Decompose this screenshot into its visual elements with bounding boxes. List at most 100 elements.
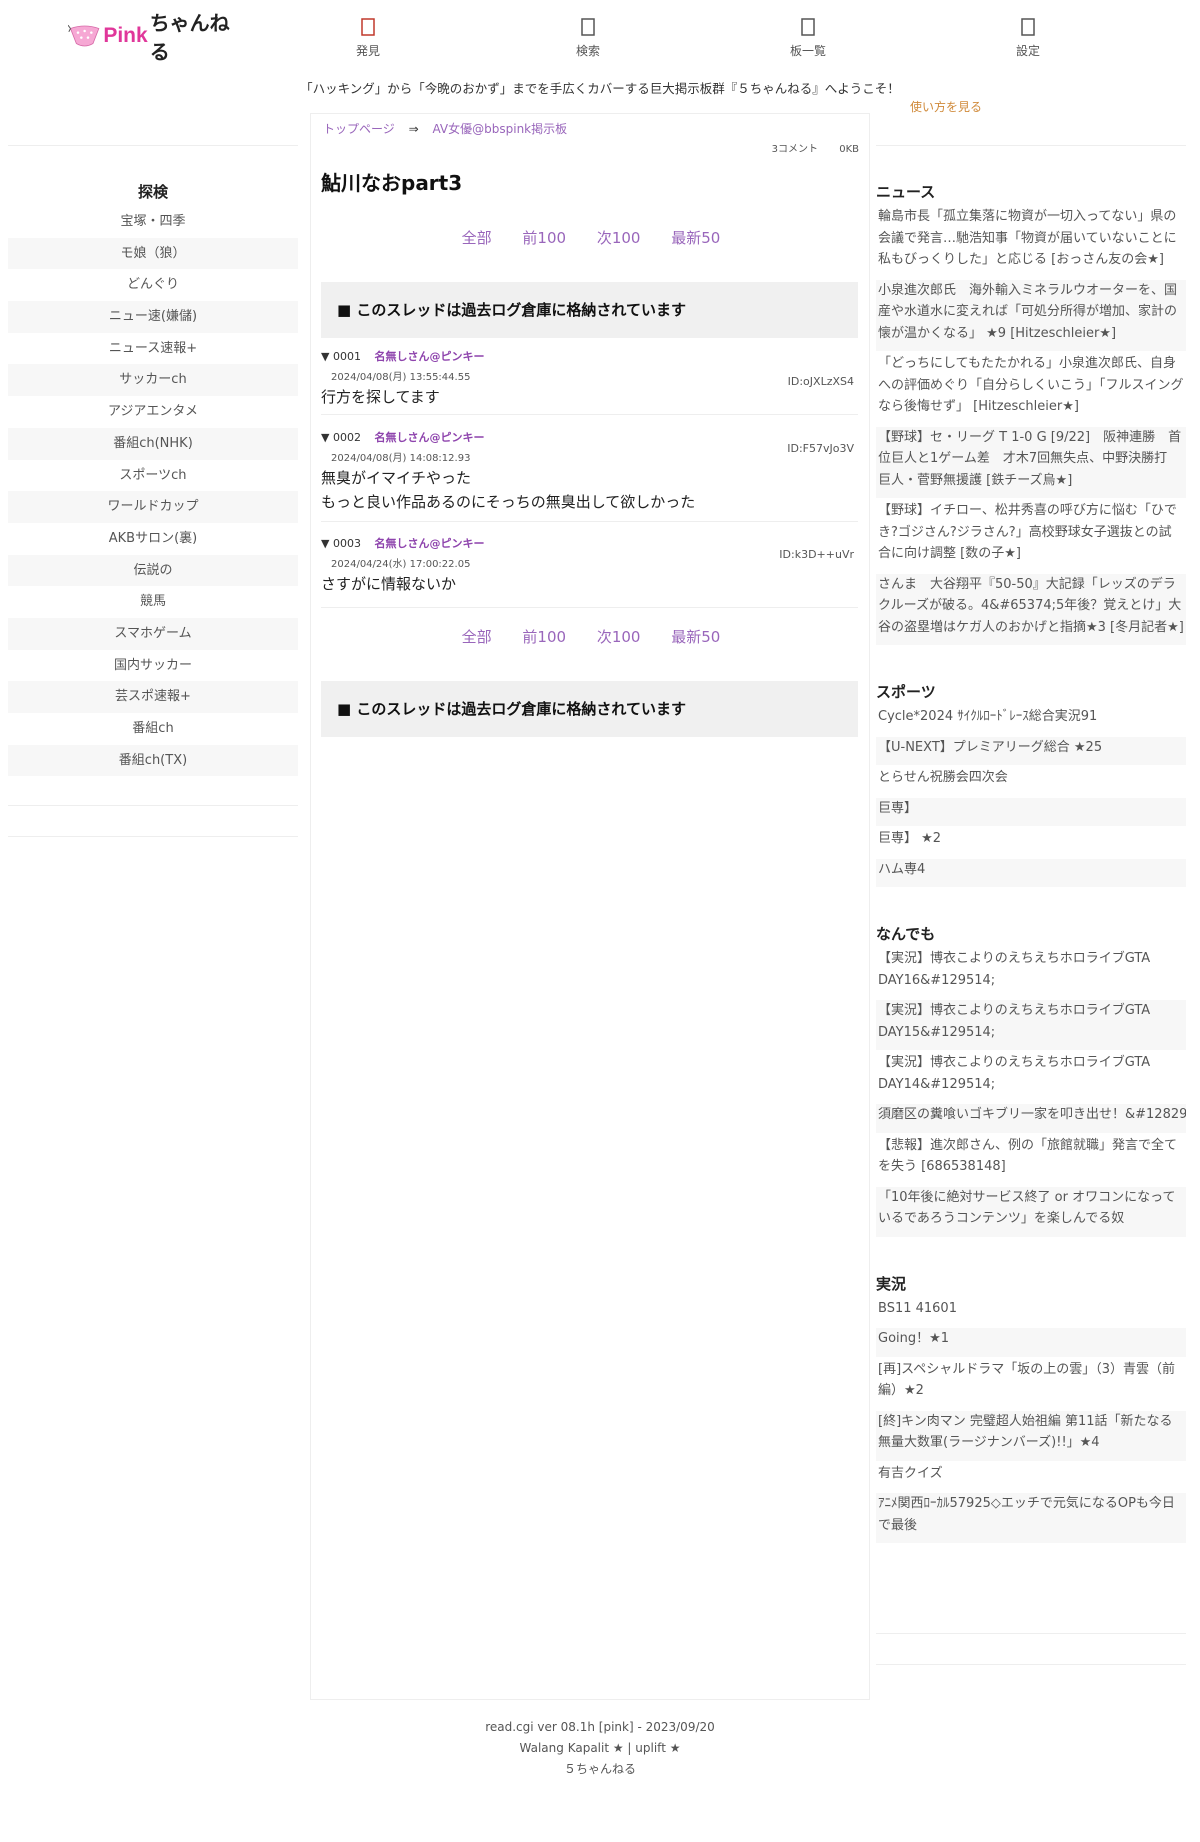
explore-item[interactable]: 伝説の [8,554,298,587]
explore-item[interactable]: スポーツch [8,460,298,492]
explore-item[interactable]: AKBサロン(裏) [8,523,298,555]
explore-item[interactable]: 番組ch(TX) [8,744,298,777]
right-sidebar: ニュース 輪島市長「孤立集落に物資が一切入ってない」県の会議で発言…馳浩知事「物… [876,145,1186,1545]
explore-item[interactable]: 番組ch(NHK) [8,427,298,460]
anything-link[interactable]: 【実況】博衣こよりのえちえちホロライブGTA DAY15&#129514; [876,1000,1186,1050]
breadcrumb-board[interactable]: AV女優@bbspink掲示板 [432,122,567,136]
post-id[interactable]: ID:oJXLzXS4 [788,375,854,388]
live-link[interactable]: ｱﾆﾒ関西ﾛｰｶﾙ57925◇エッチで元気になるOPも今日で最後 [876,1493,1186,1543]
live-link[interactable]: 有吉クイズ [876,1463,1186,1492]
explore-item[interactable]: ニュース速報+ [8,333,298,365]
sports-link[interactable]: とらせん祝勝会四次会 [876,767,1186,796]
thread-title: 鮎川なおpart3 [321,171,463,195]
post-body-line: 無臭がイマイチやった [321,469,472,487]
sports-link[interactable]: 巨専】 ★2 [876,828,1186,857]
nav-settings-label: 設定 [1015,44,1040,58]
explore-item[interactable]: ニュー速(嫌儲) [8,301,298,333]
pager-prev100[interactable]: 前100 [522,229,566,247]
post-body: さすがに情報ないか [321,575,457,593]
nav-discover-label: 発見 [355,44,380,58]
sports-link[interactable]: Cycle*2024 ｻｲｸﾙﾛｰﾄﾞﾚｰｽ総合実況91 [876,706,1186,735]
archived-notice: ■ このスレッドは過去ログ倉庫に格納されています [321,681,858,737]
comment-count: 3コメント [771,144,819,155]
live-link[interactable]: Going！★1 [876,1328,1186,1357]
news-link[interactable]: 輪島市長「孤立集落に物資が一切入ってない」県の会議で発言…馳浩知事「物資が届いて… [876,206,1186,278]
explore-item[interactable]: モ娘（狼） [8,237,298,270]
anything-link[interactable]: 「10年後に絶対サービス終了 or オワコンになっているであろうコンテンツ」を楽… [876,1186,1186,1237]
anything-link[interactable]: 【悲報】進次郎さん、例の「旅館就職」発言で全てを失う [686538148] [876,1135,1186,1185]
thread-meta: 3コメント 0KB [772,140,859,155]
pager-all[interactable]: 全部 [462,229,492,247]
footer-credits: Walang Kapalit ★ | uplift ★ [519,1741,681,1755]
news-link[interactable]: 【野球】セ・リーグ T 1-0 G [9/22] 阪神連勝 首位巨人と1ゲーム差… [876,426,1186,498]
post-date: 2024/04/08(月) 14:08:12.93 [331,453,471,464]
post-body-line: もっと良い作品あるのにそっちの無臭出して欲しかった [321,493,696,511]
archived-notice: ■ このスレッドは過去ログ倉庫に格納されています [321,282,858,338]
explore-item[interactable]: 国内サッカー [8,650,298,682]
post-number[interactable]: ▼ 0001 [321,350,361,363]
pink-panties-icon [68,24,100,47]
live-link[interactable]: [終]キン肉マン 完璧超人始祖編 第11話「新たなる無量大数軍(ラージナンバーズ… [876,1410,1186,1461]
post-author[interactable]: 名無しさん@ピンキー [374,350,484,363]
explore-item[interactable]: ワールドカップ [8,491,298,523]
post: ▼ 0001 名無しさん@ピンキー ID:oJXLzXS4 2024/04/08… [321,348,858,415]
divider [876,1664,1186,1665]
site-logo[interactable]: Pink ちゃんねる [68,11,233,64]
footer-site-name: ５ちゃんねる [563,1762,636,1776]
explore-item[interactable]: 宝塚・四季 [8,206,298,238]
pager-latest50[interactable]: 最新50 [671,628,720,646]
post-id[interactable]: ID:k3D++uVr [779,548,854,561]
pager-latest50[interactable]: 最新50 [671,229,720,247]
sports-link[interactable]: 巨専】 [876,797,1186,826]
howto-link[interactable]: 使い方を見る [910,98,982,115]
post: ▼ 0003 名無しさん@ピンキー ID:k3D++uVr 2024/04/24… [321,535,858,608]
nav-search-label: 検索 [575,44,600,58]
post-number[interactable]: ▼ 0002 [321,431,361,444]
pager-all[interactable]: 全部 [462,628,492,646]
divider [8,836,298,837]
post-number[interactable]: ▼ 0003 [321,537,361,550]
anything-link[interactable]: 須磨区の糞喰いゴキブリ一家を叩き出せ！&#128293;&#127969;&#1… [876,1104,1186,1133]
pager-next100[interactable]: 次100 [597,229,641,247]
explore-item[interactable]: サッカーch [8,364,298,397]
compass-icon [361,18,375,36]
sports-link[interactable]: ハム専4 [876,858,1186,887]
nav-board-list[interactable]: 板一覧 [768,18,848,59]
breadcrumb-home[interactable]: トップページ [323,122,395,136]
section-heading-live: 実況 [876,1274,907,1293]
section-heading-sports: スポーツ [876,683,936,701]
nav-search[interactable]: 検索 [548,18,628,59]
site-footer: read.cgi ver 08.1h [pink] - 2023/09/20 W… [0,1717,1200,1780]
post: ▼ 0002 名無しさん@ピンキー ID:F57vJo3V 2024/04/08… [321,429,858,522]
breadcrumb-arrow: ⇒ [408,122,419,136]
post-author[interactable]: 名無しさん@ピンキー [374,431,484,444]
logo-pink-text: Pink [103,24,148,47]
explore-item[interactable]: どんぐり [8,269,298,301]
breadcrumb: トップページ ⇒ AV女優@bbspink掲示板 [323,120,567,137]
list-icon [801,18,815,36]
explore-item[interactable]: スマホゲーム [8,617,298,650]
news-link[interactable]: 「どっちにしてもたたかれる」小泉進次郎氏、自身への評価めぐり「自分らしくいこう」… [876,353,1186,425]
post-id[interactable]: ID:F57vJo3V [787,442,854,455]
explore-item[interactable]: 芸スポ速報+ [8,681,298,713]
live-link[interactable]: [再]スペシャルドラマ「坂の上の雲」（3）青雲（前編）★2 [876,1359,1186,1409]
news-link[interactable]: 小泉進次郎氏 海外輸入ミネラルウオーターを、国産や水道水に変えれば「可処分所得が… [876,279,1186,351]
explore-item[interactable]: 競馬 [8,586,298,618]
nav-settings[interactable]: 設定 [988,18,1068,59]
post-author[interactable]: 名無しさん@ピンキー [374,537,484,550]
explore-item[interactable]: アジアエンタメ [8,396,298,428]
gear-icon [1021,18,1035,36]
nav-discover[interactable]: 発見 [328,18,408,59]
news-link[interactable]: 【野球】イチロー、松井秀喜の呼び方に悩む「ひでき?ゴジさん?ジラさん?」高校野球… [876,500,1186,572]
live-link[interactable]: BS11 41601 [876,1298,1186,1327]
pager-next100[interactable]: 次100 [597,628,641,646]
news-link[interactable]: さんま 大谷翔平『50-50』大記録「レッズのデラクルーズが破る。4&#6537… [876,573,1186,645]
anything-link[interactable]: 【実況】博衣こよりのえちえちホロライブGTA DAY14&#129514; [876,1052,1186,1102]
pager-prev100[interactable]: 前100 [522,628,566,646]
explore-item[interactable]: 番組ch [8,713,298,745]
section-heading-anything: なんでも [876,925,936,943]
anything-link[interactable]: 【実況】博衣こよりのえちえちホロライブGTA DAY16&#129514; [876,948,1186,998]
sports-link[interactable]: 【U-NEXT】プレミアリーグ総合 ★25 [876,736,1186,765]
explore-sidebar: 探検 宝塚・四季 モ娘（狼） どんぐり ニュー速(嫌儲) ニュース速報+ サッカ… [8,145,298,777]
thread-size: 0KB [839,144,859,155]
